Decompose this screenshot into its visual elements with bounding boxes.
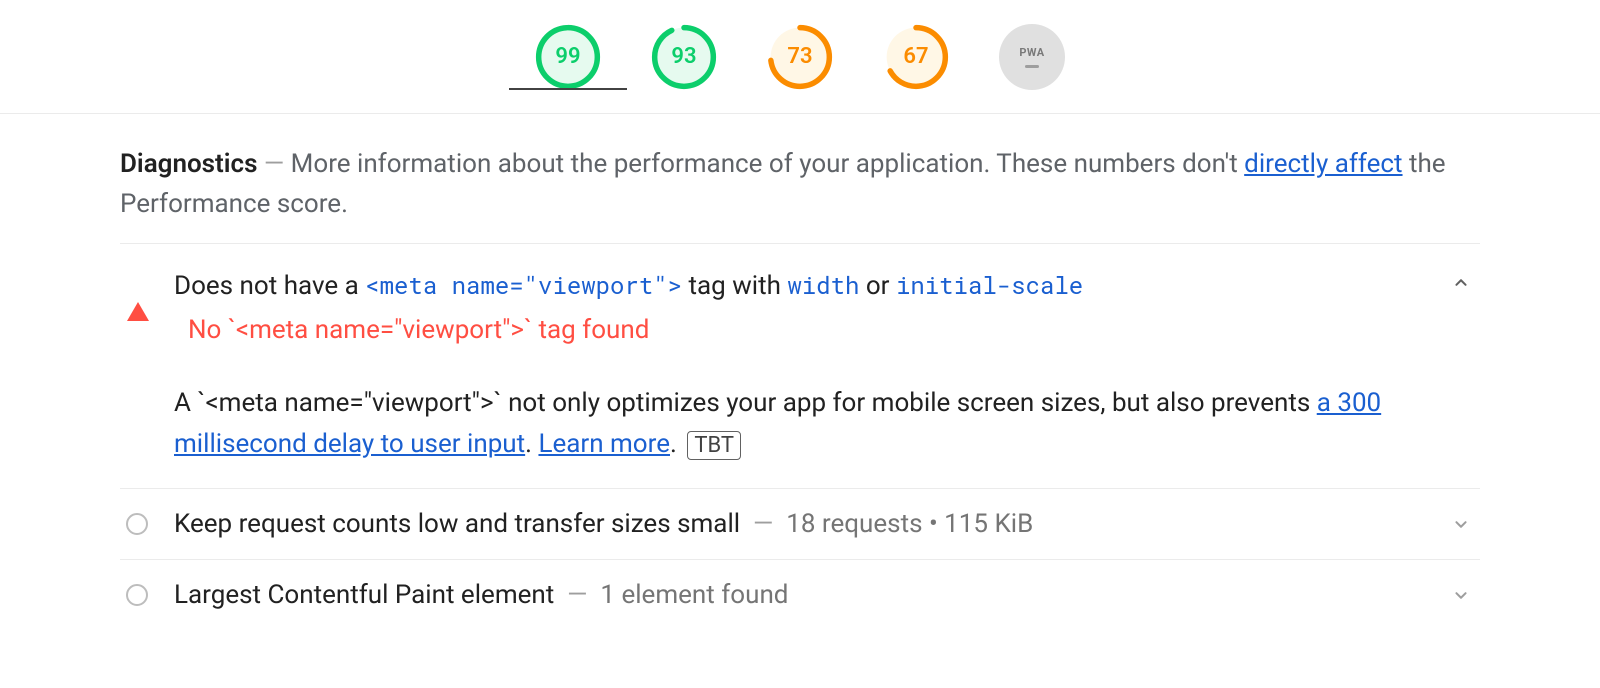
score-value: 73: [767, 24, 833, 90]
score-performance[interactable]: 99: [535, 24, 601, 90]
active-tab-underline: [509, 88, 627, 90]
score-accessibility[interactable]: 93: [651, 24, 717, 90]
score-value: 67: [883, 24, 949, 90]
diagnostics-desc-prefix: More information about the performance o…: [291, 149, 1245, 179]
score-best-practices[interactable]: 73: [767, 24, 833, 90]
diagnostics-heading: Diagnostics — More information about the…: [120, 144, 1480, 244]
audit-title-text: or: [859, 271, 896, 301]
info-circle-icon: [126, 513, 148, 535]
expand-toggle[interactable]: [1450, 513, 1472, 539]
info-circle-icon: [126, 584, 148, 606]
separator: .: [670, 429, 683, 459]
code-width: width: [787, 269, 859, 301]
gauge-icon: 73: [767, 24, 833, 90]
audit-description: A `<meta name="viewport">` not only opti…: [174, 383, 1480, 464]
score-gauges-row: 99 93 73: [0, 0, 1600, 114]
expand-toggle[interactable]: [1450, 584, 1472, 610]
fail-triangle-icon: [126, 300, 150, 324]
pwa-label: PWA: [1019, 46, 1044, 59]
audit-error-message: No `<meta name="viewport">` tag found: [188, 315, 1480, 345]
score-value: 93: [651, 24, 717, 90]
gauge-icon: 67: [883, 24, 949, 90]
pwa-icon: PWA: [999, 24, 1065, 90]
gauge-icon: 93: [651, 24, 717, 90]
audit-viewport-meta: Does not have a <meta name="viewport"> t…: [120, 244, 1480, 489]
dash-separator: —: [554, 580, 600, 610]
chevron-down-icon: [1450, 513, 1472, 535]
tbt-chip: TBT: [687, 431, 741, 461]
score-value: 99: [535, 24, 601, 90]
audit-lcp-element[interactable]: Largest Contentful Paint element — 1 ele…: [120, 560, 1480, 630]
code-initial-scale: initial-scale: [896, 269, 1083, 301]
chevron-up-icon: [1450, 272, 1472, 294]
audit-title-text: Does not have a: [174, 271, 365, 301]
score-pwa[interactable]: PWA: [999, 24, 1065, 90]
audit-desc-text: A `<meta name="viewport">` not only opti…: [174, 388, 1317, 418]
audit-title: Does not have a <meta name="viewport"> t…: [174, 268, 1480, 306]
code-meta-viewport: <meta name="viewport">: [365, 269, 682, 301]
learn-more-link[interactable]: Learn more: [538, 429, 670, 459]
dash-icon: [1025, 65, 1039, 68]
directly-affect-link[interactable]: directly affect: [1244, 149, 1402, 179]
diagnostics-label: Diagnostics: [120, 149, 257, 179]
score-seo[interactable]: 67: [883, 24, 949, 90]
gauge-icon: 99: [535, 24, 601, 90]
dash-separator: —: [264, 149, 291, 179]
chevron-down-icon: [1450, 584, 1472, 606]
dash-separator: —: [740, 509, 786, 539]
audit-meta: 1 element found: [600, 580, 788, 610]
audit-title: Largest Contentful Paint element: [174, 580, 554, 610]
audit-meta: 18 requests • 115 KiB: [786, 509, 1033, 539]
separator: .: [525, 429, 538, 459]
audit-title-text: tag with: [682, 271, 787, 301]
audit-request-counts[interactable]: Keep request counts low and transfer siz…: [120, 489, 1480, 560]
collapse-toggle[interactable]: [1450, 272, 1472, 298]
audit-title: Keep request counts low and transfer siz…: [174, 509, 740, 539]
